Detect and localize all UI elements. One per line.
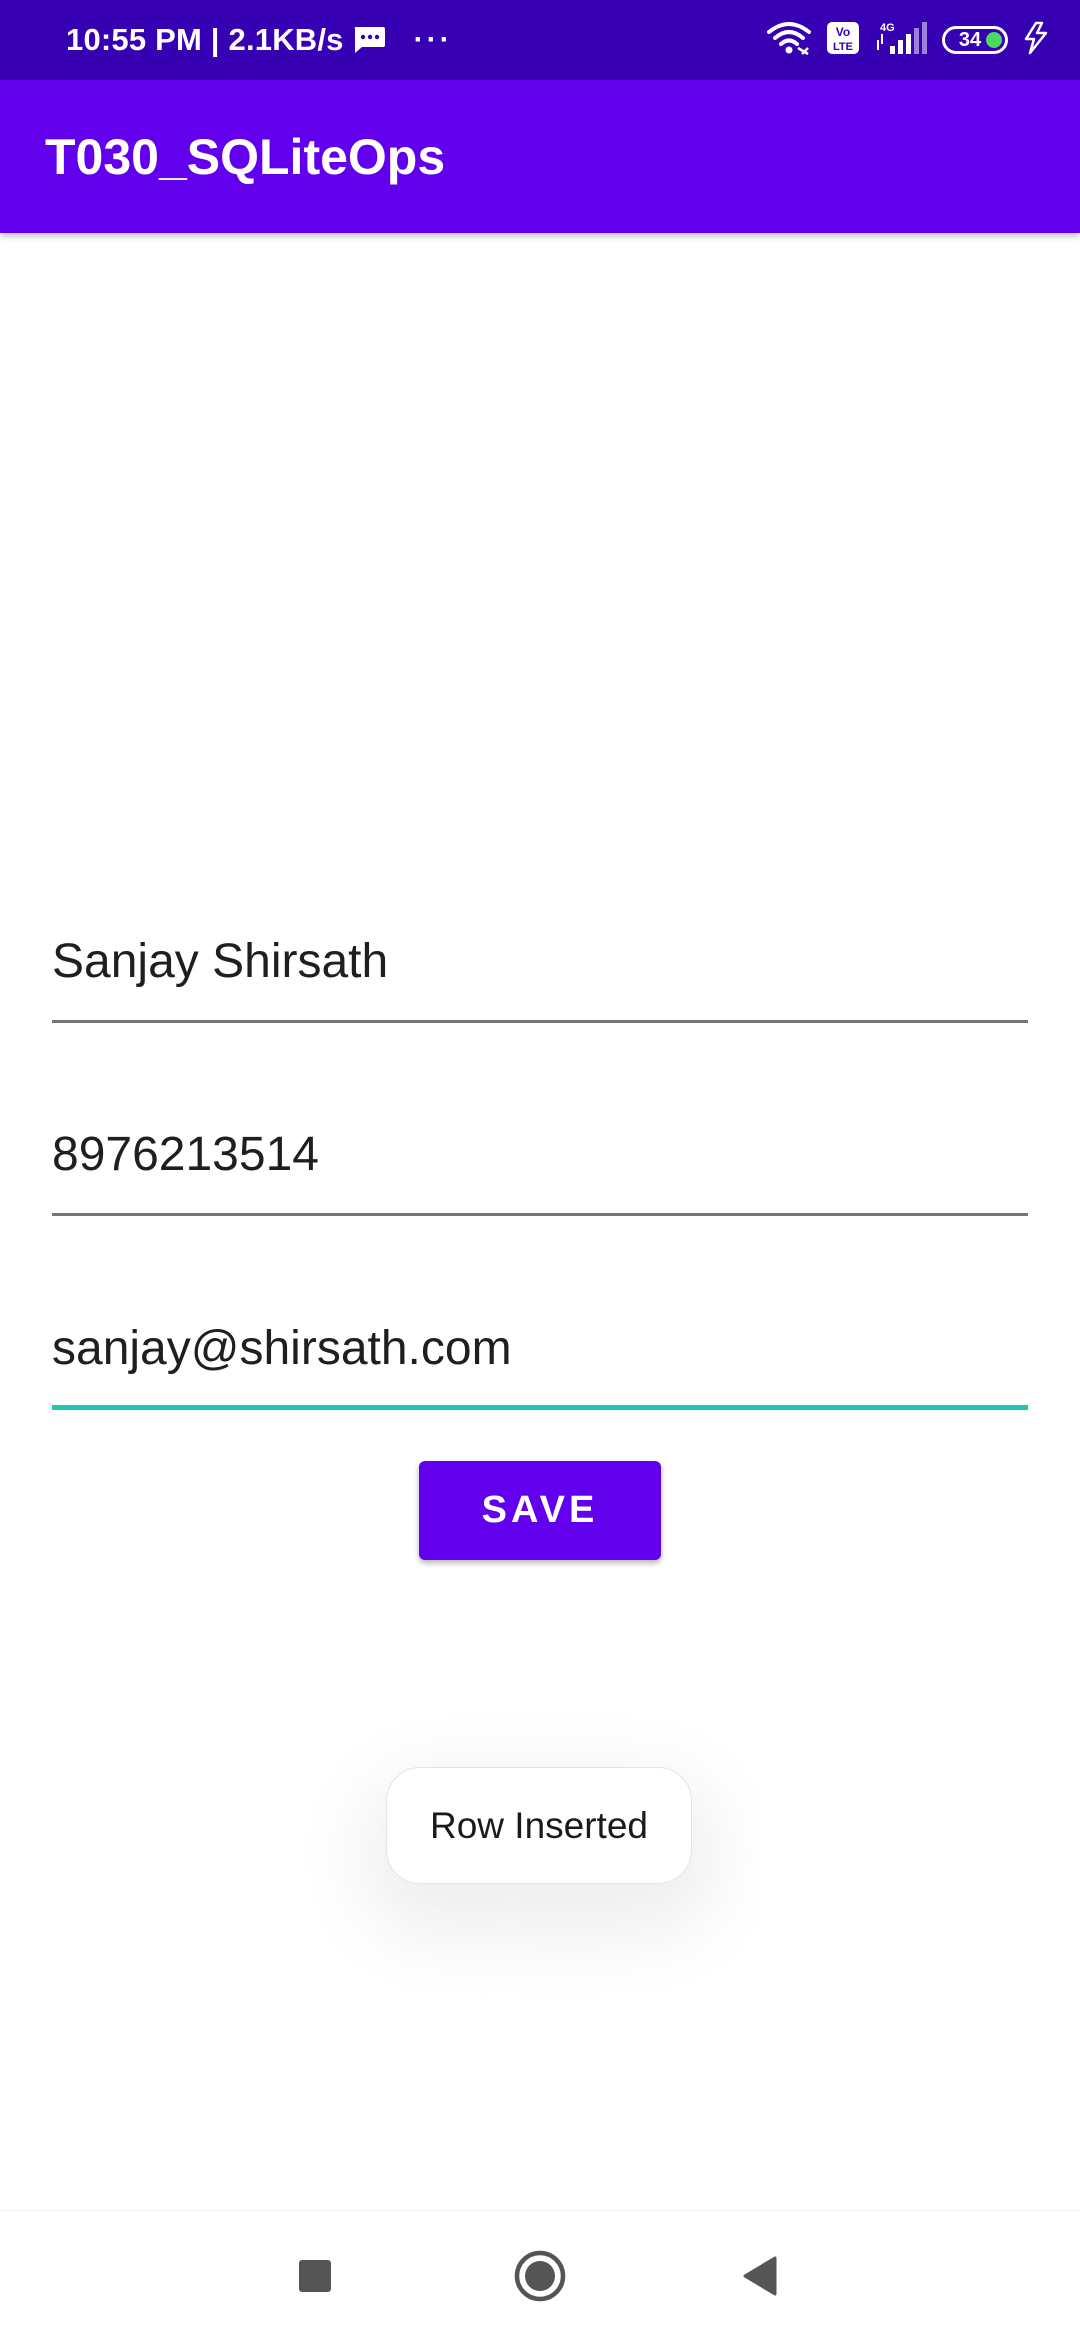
name-field[interactable]: [52, 903, 1028, 1023]
name-field-underline: [52, 1020, 1028, 1023]
status-right: Vo LTE 4G 34: [766, 0, 1050, 80]
home-icon: [514, 2250, 566, 2302]
wifi-icon: [766, 20, 812, 61]
phone-field[interactable]: [52, 1096, 1028, 1216]
name-input[interactable]: [52, 903, 1028, 1019]
signal-4g-icon: 4G: [874, 20, 928, 61]
email-field-underline: [52, 1405, 1028, 1410]
screen: 10:55 PM | 2.1KB/s ··· Vo LTE 4G 34 T030…: [0, 0, 1080, 2340]
app-bar: T030_SQLiteOps: [0, 80, 1080, 233]
email-input[interactable]: [52, 1290, 1028, 1406]
recents-icon: [299, 2260, 331, 2292]
svg-text:LTE: LTE: [833, 41, 853, 53]
toast-message: Row Inserted: [386, 1767, 692, 1884]
battery-level: 34: [958, 28, 982, 51]
battery-icon: 34: [942, 26, 1008, 54]
save-button[interactable]: SAVE: [419, 1461, 661, 1560]
phone-input[interactable]: [52, 1096, 1028, 1212]
status-left: 10:55 PM | 2.1KB/s ···: [66, 0, 453, 80]
back-button[interactable]: [700, 2211, 820, 2340]
app-title: T030_SQLiteOps: [45, 128, 446, 185]
status-time-speed: 10:55 PM | 2.1KB/s: [66, 22, 344, 57]
home-button[interactable]: [480, 2211, 600, 2340]
status-bar: 10:55 PM | 2.1KB/s ··· Vo LTE 4G 34: [0, 0, 1080, 80]
svg-text:Vo: Vo: [836, 25, 850, 39]
svg-text:4G: 4G: [880, 22, 895, 34]
navigation-bar: [0, 2210, 1080, 2340]
recents-button[interactable]: [255, 2211, 375, 2340]
phone-field-underline: [52, 1213, 1028, 1216]
volte-icon: Vo LTE: [826, 21, 860, 60]
message-icon: [352, 25, 386, 55]
more-notifications-icon: ···: [413, 23, 453, 56]
charging-icon: [1022, 21, 1050, 60]
email-field[interactable]: [52, 1290, 1028, 1410]
back-icon: [743, 2256, 777, 2296]
